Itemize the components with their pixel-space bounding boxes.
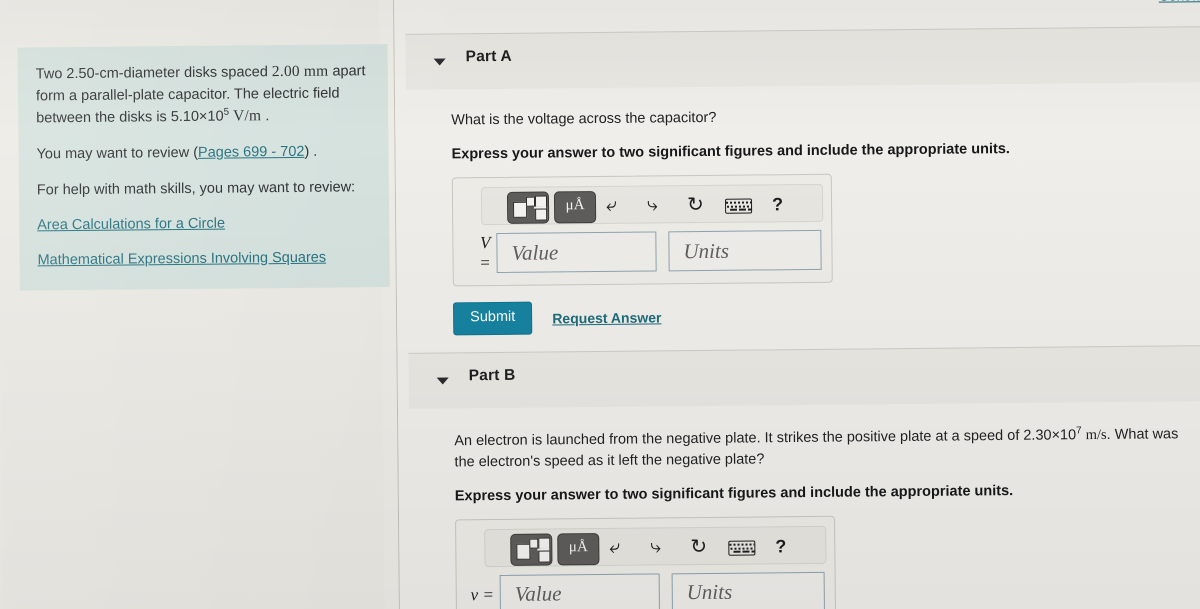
screenshot-page: Two 2.50-cm-diameter disks spaced 2.00 m… — [0, 0, 1200, 609]
part-b-variable-label: v = — [470, 584, 494, 605]
problem-statement-prefix: Two 2.50-cm-diameter disks spaced — [35, 64, 272, 83]
units-mu-angstrom-label: μÅ — [568, 539, 588, 556]
undo-icon[interactable]: ⤶ — [606, 193, 617, 219]
part-a-actions: Submit Request Answer — [452, 295, 1198, 336]
template-box-denominator — [538, 550, 551, 563]
answer-column: Consta Part A What is the voltage across… — [393, 0, 1200, 609]
template-box-superscript — [529, 538, 539, 549]
part-a-header[interactable]: Part A — [405, 26, 1200, 90]
review-prefix: You may want to review ( — [36, 145, 199, 163]
problem-statement-card: Two 2.50-cm-diameter disks spaced 2.00 m… — [17, 44, 390, 291]
review-link-area-calculations[interactable]: Area Calculations for a Circle — [37, 212, 371, 236]
part-a-value-input[interactable]: Value — [496, 231, 657, 274]
math-template-icon[interactable] — [510, 533, 553, 566]
part-b-answer-box: μÅ ⤶ ⤷ ↻ ? v = Value Units — [455, 515, 837, 609]
units-mu-angstrom-icon[interactable]: μÅ — [557, 532, 600, 566]
part-b-body: An electron is launched from the negativ… — [454, 423, 1200, 609]
keyboard-icon[interactable] — [724, 198, 753, 214]
redo-icon[interactable]: ⤷ — [647, 192, 658, 218]
template-box-superscript — [525, 196, 536, 207]
chevron-down-icon[interactable] — [436, 377, 449, 385]
redo-icon[interactable]: ⤷ — [650, 534, 661, 560]
part-b-units-input[interactable]: Units — [671, 571, 825, 609]
undo-icon[interactable]: ⤶ — [609, 535, 620, 561]
math-help-text: For help with math skills, you may want … — [36, 179, 356, 199]
keyboard-icon[interactable] — [728, 540, 756, 556]
help-icon[interactable]: ? — [775, 533, 786, 559]
review-suffix: ) . — [304, 144, 318, 161]
chevron-down-icon[interactable] — [433, 58, 446, 66]
part-a-field-row: V = Value Units — [465, 229, 822, 274]
help-icon[interactable]: ? — [772, 191, 783, 217]
part-a-variable-label: V = — [479, 233, 491, 273]
problem-field-unit: V/m — [233, 107, 262, 125]
part-b-title: Part B — [468, 366, 516, 385]
problem-statement: Two 2.50-cm-diameter disks spaced 2.00 m… — [36, 60, 371, 131]
part-b-field-row: v = Value Units — [469, 571, 825, 609]
part-b-question: An electron is launched from the negativ… — [454, 423, 1199, 473]
submit-button[interactable]: Submit — [452, 301, 533, 336]
problem-column: Two 2.50-cm-diameter disks spaced 2.00 m… — [0, 0, 390, 609]
problem-statement-suffix: . — [261, 108, 270, 125]
part-a-answer-box: μÅ ⤶ ⤷ ↻ ? V = Value Units — [451, 173, 833, 287]
part-b-speed-exponent: 7 — [1076, 425, 1082, 437]
units-mu-angstrom-icon[interactable]: μÅ — [553, 191, 597, 224]
part-a-body: What is the voltage across the capacitor… — [451, 103, 1198, 336]
part-a-units-input[interactable]: Units — [668, 229, 822, 272]
math-template-glyph — [508, 193, 548, 223]
part-a-title: Part A — [465, 47, 512, 66]
tilted-screen-surface: Two 2.50-cm-diameter disks spaced 2.00 m… — [0, 0, 1200, 609]
pages-review-link[interactable]: Pages 699 - 702 — [198, 144, 305, 161]
part-b-toolbar: μÅ ⤶ ⤷ ↻ ? — [484, 525, 827, 567]
problem-spacing-value: 2.00 mm — [271, 62, 329, 81]
part-b-value-input[interactable]: Value — [499, 573, 660, 609]
part-b-speed-unit: m/s — [1085, 426, 1107, 444]
review-line: You may want to review (Pages 699 - 702)… — [36, 142, 370, 167]
reset-icon[interactable]: ↻ — [687, 192, 704, 218]
template-box-base — [516, 543, 531, 560]
problem-field-exponent: 5 — [223, 107, 230, 119]
template-box-denominator — [535, 208, 548, 221]
math-template-glyph — [511, 534, 551, 564]
reset-icon[interactable]: ↻ — [690, 534, 707, 560]
units-mu-angstrom-label: μÅ — [565, 197, 585, 214]
part-b-header[interactable]: Part B — [408, 345, 1200, 409]
part-a-toolbar: μÅ ⤶ ⤷ ↻ ? — [480, 183, 824, 226]
part-a-instruction: Express your answer to two significant f… — [451, 141, 1010, 163]
part-b-instruction: Express your answer to two significant f… — [454, 482, 1014, 505]
part-a-question: What is the voltage across the capacitor… — [451, 109, 717, 129]
request-answer-link[interactable]: Request Answer — [552, 309, 661, 326]
math-template-icon[interactable] — [506, 191, 550, 224]
review-link-math-expressions[interactable]: Mathematical Expressions Involving Squar… — [37, 247, 371, 271]
constants-link[interactable]: Consta — [1159, 0, 1200, 4]
part-b-question-prefix: An electron is launched from the negativ… — [454, 427, 1077, 450]
template-box-base — [513, 201, 528, 218]
